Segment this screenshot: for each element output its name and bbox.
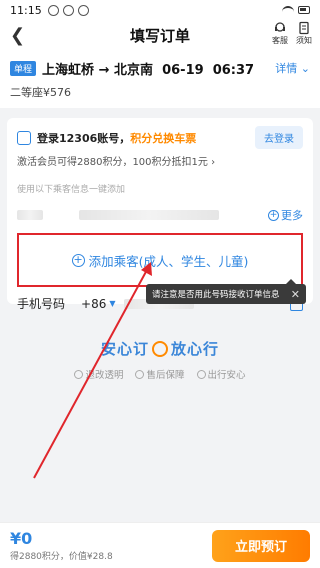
notification-icon xyxy=(77,4,89,16)
chevron-right-icon: › xyxy=(211,157,216,168)
add-passenger-label: 添加乘客(成人、学生、儿童) xyxy=(88,253,249,269)
saved-passenger-chip[interactable] xyxy=(17,210,43,220)
trip-time: 06:37 xyxy=(212,62,255,78)
notification-icon xyxy=(62,4,74,16)
detail-label: 详情 xyxy=(275,62,298,75)
customer-service-label: 客服 xyxy=(272,36,288,45)
train-badge-icon xyxy=(152,340,168,357)
close-icon[interactable]: ✕ xyxy=(291,288,300,301)
from-station: 上海虹桥 xyxy=(42,62,95,78)
notice-button[interactable]: 须知 xyxy=(296,21,312,46)
more-passengers-button[interactable]: + 更多 xyxy=(268,207,303,223)
assurance-logo: 安心订 放心行 xyxy=(101,338,219,359)
tooltip-text: 请注意是否用此号码接收订单信息 xyxy=(152,290,280,300)
assurance-section: 安心订 放心行 退改透明 售后保障 出行安心 xyxy=(0,338,320,381)
chevron-down-icon: ⌄ xyxy=(300,62,310,75)
passenger-hint: 使用以下乘客信息一键添加 xyxy=(17,185,126,195)
nav-bar: ❮ 填写订单 客服 须知 xyxy=(0,20,320,50)
notification-icon xyxy=(47,4,59,16)
assurance-left: 安心订 xyxy=(100,340,149,358)
route-arrow: → xyxy=(98,62,110,78)
plus-circle-icon: + xyxy=(268,209,279,221)
country-code-select[interactable]: +86 xyxy=(81,297,106,311)
saved-passenger-chip[interactable] xyxy=(79,210,219,220)
phone-tooltip: 请注意是否用此号码接收订单信息 ✕ xyxy=(146,279,306,304)
trip-info: 单程 上海虹桥 → 北京南 06-19 06:37 详情 ⌄ 二等座¥576 xyxy=(0,50,320,108)
status-bar: 11:15 xyxy=(0,0,320,20)
login-subtitle[interactable]: 激活会员可得2880积分，100积分抵扣1元 › xyxy=(17,153,303,168)
to-station: 北京南 xyxy=(114,62,154,78)
wifi-icon xyxy=(282,5,294,15)
login-title: 登录12306账号， xyxy=(37,131,131,145)
account-icon xyxy=(17,130,31,145)
trip-date: 06-19 xyxy=(162,62,204,78)
phone-label: 手机号码 xyxy=(17,297,66,311)
status-time: 11:15 xyxy=(10,3,42,17)
detail-link[interactable]: 详情 ⌄ xyxy=(275,60,310,76)
assurance-item-label: 退改透明 xyxy=(85,370,124,381)
total-price: ¥0 xyxy=(10,529,33,548)
login-accent: 积分兑换车票 xyxy=(130,131,197,145)
passenger-card: 登录12306账号， 积分兑换车票 去登录 激活会员可得2880积分，100积分… xyxy=(7,118,313,311)
document-icon xyxy=(299,21,309,35)
more-label: 更多 xyxy=(281,209,303,222)
plus-circle-icon: + xyxy=(71,252,85,267)
back-icon[interactable]: ❮ xyxy=(10,25,25,46)
assurance-right: 放心行 xyxy=(171,340,220,358)
assurance-item: 退改透明 xyxy=(74,367,123,381)
notice-label: 须知 xyxy=(296,36,312,45)
add-passenger-button[interactable]: + 添加乘客(成人、学生、儿童) xyxy=(17,233,303,287)
headset-icon xyxy=(275,22,285,32)
seat-info: 二等座¥576 xyxy=(10,86,71,99)
assurance-item: 售后保障 xyxy=(135,367,185,381)
trip-type-badge: 单程 xyxy=(10,60,37,76)
assurance-item-label: 出行安心 xyxy=(207,370,246,381)
price-block: ¥0 得2880积分，价值¥28.8 xyxy=(10,529,113,562)
caret-down-icon: ▼ xyxy=(109,299,116,308)
book-now-button[interactable]: 立即预订 xyxy=(212,529,310,562)
customer-service-button[interactable]: 客服 xyxy=(272,21,288,46)
page-title: 填写订单 xyxy=(129,26,190,45)
status-notification-icons xyxy=(47,4,89,16)
login-subtitle-text: 激活会员可得2880积分，100积分抵扣1元 xyxy=(17,157,208,168)
bottom-bar: ¥0 得2880积分，价值¥28.8 立即预订 xyxy=(0,522,320,568)
battery-icon xyxy=(298,6,310,14)
assurance-items: 退改透明 售后保障 出行安心 xyxy=(0,367,320,381)
login-button[interactable]: 去登录 xyxy=(255,126,303,149)
assurance-item-label: 售后保障 xyxy=(146,370,185,381)
refund-icon xyxy=(74,370,84,379)
support-icon xyxy=(135,370,145,379)
trip-route: 上海虹桥 → 北京南 06-19 06:37 xyxy=(42,59,254,78)
points-info: 得2880积分，价值¥28.8 xyxy=(10,552,113,562)
assurance-item: 出行安心 xyxy=(196,367,246,381)
travel-icon xyxy=(196,370,206,379)
